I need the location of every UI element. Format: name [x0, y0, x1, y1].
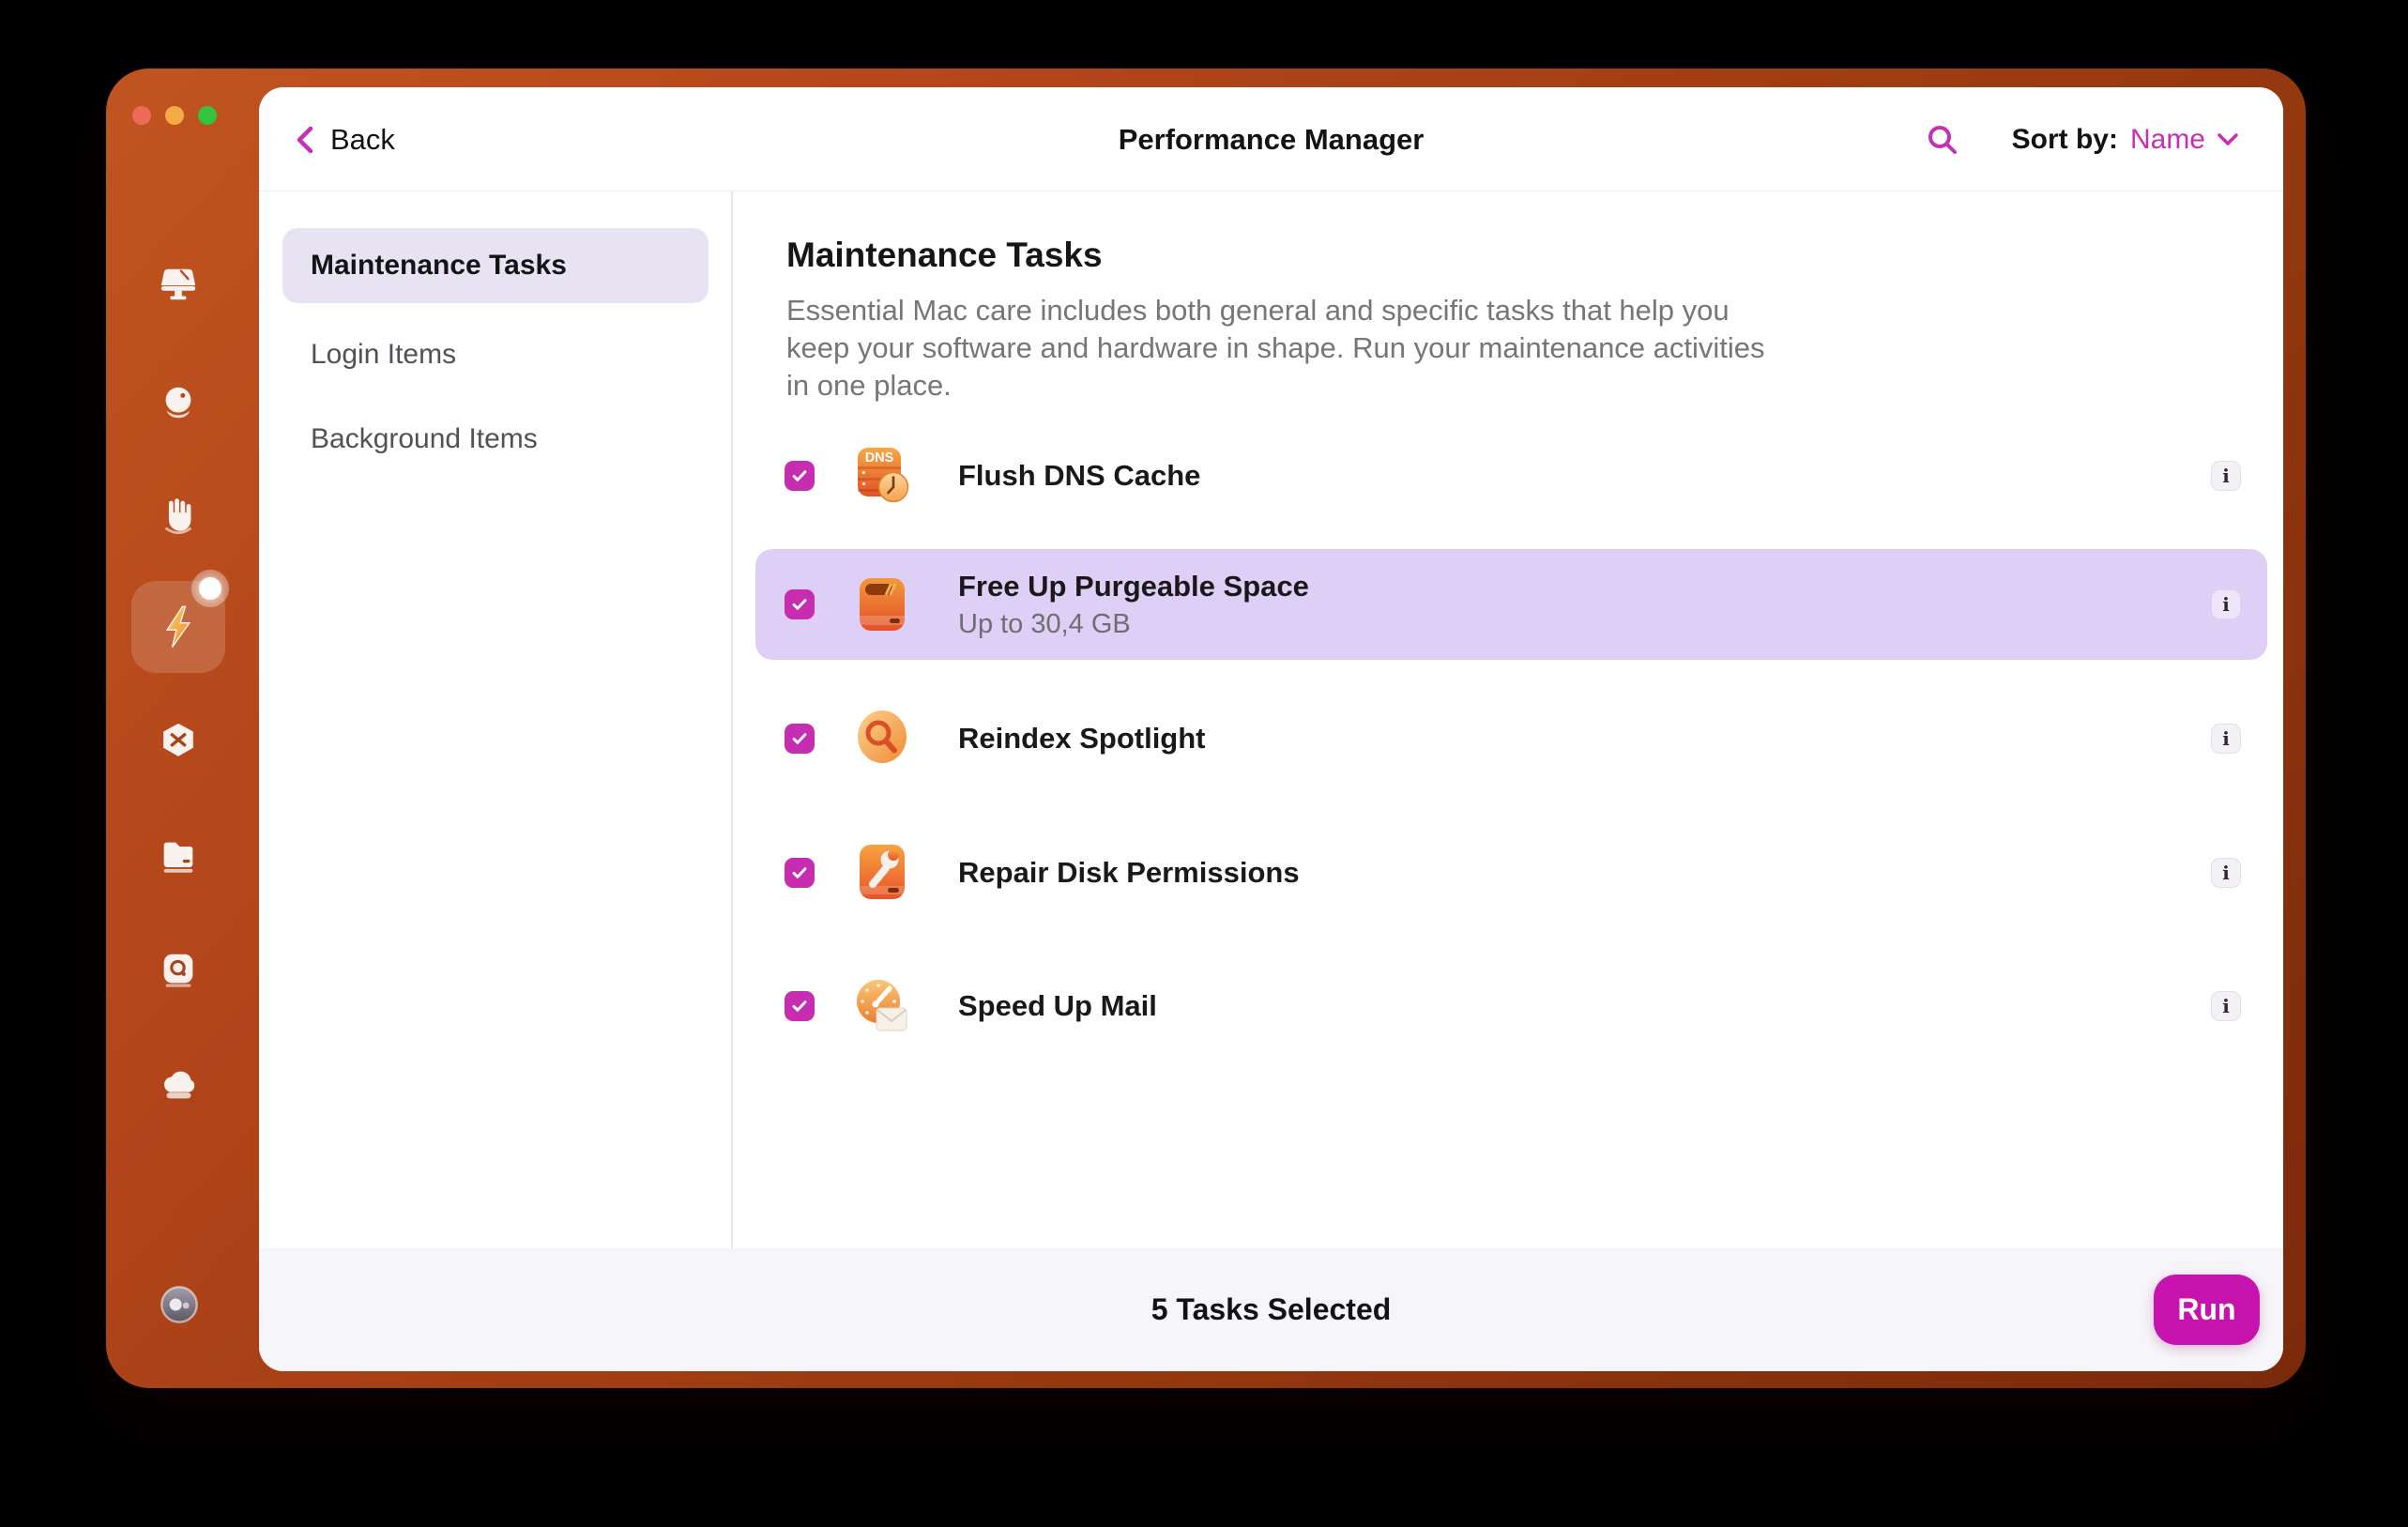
- task-row-speed-up-mail[interactable]: Speed Up Mail i: [755, 951, 2267, 1061]
- task-info-button[interactable]: i: [2211, 589, 2241, 619]
- sidebar-item-smart-care[interactable]: [157, 381, 200, 424]
- sidebar-item-applications[interactable]: [157, 720, 200, 763]
- chevron-left-icon: [297, 126, 313, 153]
- task-row-repair-disk-permissions[interactable]: Repair Disk Permissions i: [755, 817, 2267, 928]
- tasks-selected-status: 5 Tasks Selected: [1151, 1292, 1392, 1326]
- app-window: Back Performance Manager Sort by: Name M…: [106, 69, 2306, 1388]
- task-row-flush-dns-cache[interactable]: DNS Flush DNS Cache i: [755, 420, 2267, 531]
- disk-permissions-icon: [852, 843, 912, 903]
- task-info-button[interactable]: i: [2211, 461, 2241, 491]
- task-subtitle: Up to 30,4 GB: [958, 608, 1131, 639]
- checkmark-icon: [792, 1000, 807, 1012]
- task-label: Free Up Purgeable Space: [958, 569, 1309, 603]
- monitor-icon: [160, 268, 196, 300]
- nav-item-login-items[interactable]: Login Items: [311, 331, 456, 378]
- sidebar-item-protection[interactable]: [157, 494, 200, 537]
- search-icon: [1928, 125, 1957, 154]
- toolbar-right: Sort by: Name: [1926, 87, 2238, 191]
- nav-item-background-items[interactable]: Background Items: [311, 416, 538, 463]
- applications-icon: [163, 723, 193, 756]
- task-label: Repair Disk Permissions: [958, 856, 1300, 889]
- task-label: Speed Up Mail: [958, 989, 1157, 1022]
- sidebar-item-media[interactable]: [157, 948, 200, 991]
- nav-item-maintenance-tasks[interactable]: Maintenance Tasks: [282, 228, 709, 303]
- section-heading: Maintenance Tasks: [786, 236, 1103, 274]
- checkmark-icon: [792, 470, 807, 481]
- toolbar: Back Performance Manager Sort by: Name: [259, 87, 2283, 191]
- checkmark-icon: [792, 867, 807, 878]
- mail-speed-icon: [852, 976, 912, 1036]
- task-row-reindex-spotlight[interactable]: Reindex Spotlight i: [755, 683, 2267, 794]
- sidebar-item-assistant[interactable]: [158, 1283, 201, 1326]
- sort-by-value: Name: [2129, 123, 2205, 155]
- sidebar-item-files[interactable]: [157, 834, 200, 878]
- task-info-button[interactable]: i: [2211, 858, 2241, 888]
- performance-bolt-icon: [165, 605, 191, 649]
- task-checkbox[interactable]: [785, 991, 815, 1021]
- task-label: Flush DNS Cache: [958, 459, 1201, 492]
- task-checkbox[interactable]: [785, 858, 815, 888]
- panel-divider: [731, 191, 733, 1248]
- back-button[interactable]: Back: [293, 87, 395, 191]
- assistant-avatar-icon: [160, 1286, 198, 1323]
- task-row-free-up-purgeable-space[interactable]: Free Up Purgeable Space Up to 30,4 GB i: [755, 549, 2267, 660]
- search-button[interactable]: [1926, 123, 1959, 157]
- purgeable-space-icon: [852, 574, 912, 634]
- protection-hand-icon: [165, 498, 191, 535]
- task-info-button[interactable]: i: [2211, 991, 2241, 1021]
- files-folder-icon: [163, 842, 193, 873]
- content-sheet: Back Performance Manager Sort by: Name M…: [259, 87, 2283, 1371]
- task-label: Reindex Spotlight: [958, 722, 1206, 755]
- space-cloud-icon: [163, 1071, 195, 1099]
- page-title: Performance Manager: [1118, 122, 1425, 156]
- task-checkbox[interactable]: [785, 589, 815, 619]
- task-info-button[interactable]: i: [2211, 724, 2241, 754]
- minimize-window-button[interactable]: [165, 106, 184, 125]
- task-checkbox[interactable]: [785, 461, 815, 491]
- notification-badge-dot: [199, 577, 221, 600]
- checkmark-icon: [792, 733, 807, 744]
- zoom-window-button[interactable]: [198, 106, 217, 125]
- dns-cache-icon: DNS: [852, 446, 912, 506]
- care-orb-icon: [165, 387, 191, 419]
- spotlight-icon: [852, 709, 912, 769]
- svg-text:DNS: DNS: [865, 450, 894, 466]
- sort-by-label: Sort by:: [2011, 123, 2118, 155]
- task-checkbox[interactable]: [785, 724, 815, 754]
- run-button[interactable]: Run: [2154, 1275, 2260, 1345]
- window-controls: [132, 106, 217, 125]
- sort-by-control[interactable]: Sort by: Name: [2012, 124, 2238, 156]
- sidebar-item-monitor[interactable]: [157, 263, 200, 306]
- close-window-button[interactable]: [132, 106, 151, 125]
- sidebar-item-space-lens[interactable]: [157, 1062, 200, 1106]
- section-description: Essential Mac care includes both general…: [786, 294, 1765, 402]
- media-viewer-icon: [163, 954, 193, 987]
- notification-badge: [191, 570, 229, 607]
- checkmark-icon: [792, 599, 807, 610]
- chevron-down-icon: [2217, 132, 2238, 145]
- footer-bar: 5 Tasks Selected Run: [259, 1248, 2283, 1371]
- back-label: Back: [330, 122, 395, 156]
